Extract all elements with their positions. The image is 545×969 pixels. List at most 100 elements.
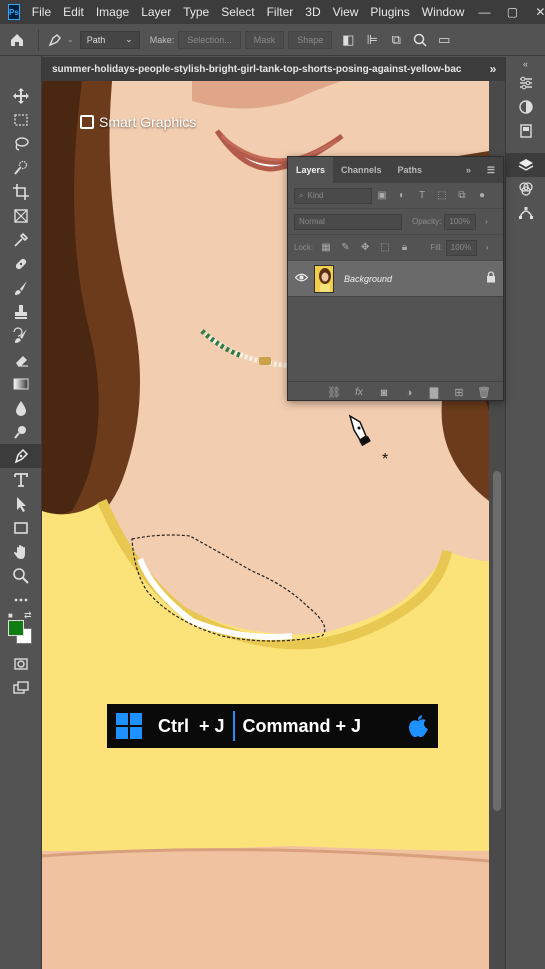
visibility-eye-icon[interactable] <box>288 273 314 285</box>
add-mask-icon[interactable]: ◙ <box>375 387 393 399</box>
scrollbar-thumb[interactable] <box>493 471 501 811</box>
panel-menu-icon[interactable]: ☰ <box>479 157 503 183</box>
new-group-icon[interactable]: ▇ <box>425 386 443 399</box>
make-selection-button[interactable]: Selection... <box>178 30 241 49</box>
link-layers-icon[interactable]: ⛓ <box>325 386 343 399</box>
brush-icon[interactable] <box>0 276 42 300</box>
lock-icon <box>479 271 503 286</box>
new-layer-icon[interactable]: ⊞ <box>450 386 468 399</box>
make-mask-button[interactable]: Mask <box>244 30 285 49</box>
tab-overflow-icon[interactable]: » <box>481 62 505 76</box>
gradient-icon[interactable] <box>0 372 42 396</box>
blur-icon[interactable] <box>0 396 42 420</box>
screen-mode-icon[interactable] <box>0 676 42 700</box>
search-icon[interactable] <box>408 28 432 52</box>
zoom-icon[interactable] <box>0 564 42 588</box>
lock-artboard-icon[interactable]: ⬚ <box>375 242 395 253</box>
menu-view[interactable]: View <box>327 5 365 19</box>
document-tab[interactable]: summer-holidays-people-stylish-bright-gi… <box>42 57 505 81</box>
menu-edit[interactable]: Edit <box>57 5 90 19</box>
menu-type[interactable]: Type <box>177 5 215 19</box>
properties-icon[interactable] <box>506 71 545 95</box>
menu-plugins[interactable]: Plugins <box>364 5 415 19</box>
tab-paths[interactable]: Paths <box>390 157 431 183</box>
type-icon[interactable] <box>0 468 42 492</box>
home-icon[interactable] <box>0 24 34 56</box>
opacity-input[interactable]: 100% <box>444 213 477 230</box>
filter-type-icon[interactable]: T <box>412 190 432 201</box>
lock-image-icon[interactable]: ✎ <box>336 242 356 253</box>
menu-image[interactable]: Image <box>90 5 135 19</box>
eraser-icon[interactable] <box>0 348 42 372</box>
chevron-down-icon[interactable]: › <box>477 243 497 252</box>
path-select-icon[interactable] <box>0 492 42 516</box>
channels-icon[interactable] <box>506 177 545 201</box>
crop-icon[interactable] <box>0 180 42 204</box>
menu-filter[interactable]: Filter <box>261 5 300 19</box>
rectangle-icon[interactable] <box>0 516 42 540</box>
minimize-icon[interactable]: — <box>470 5 498 19</box>
menu-window[interactable]: Window <box>416 5 471 19</box>
pen-icon[interactable] <box>0 444 42 468</box>
move-icon[interactable] <box>0 84 42 108</box>
fill-input[interactable]: 100% <box>445 239 478 256</box>
paths-icon[interactable] <box>506 201 545 225</box>
delete-layer-icon[interactable]: 🗑︎ <box>475 386 493 399</box>
frame-icon[interactable] <box>0 204 42 228</box>
panel-collapse-icon[interactable]: » <box>458 157 479 183</box>
hand-icon[interactable] <box>0 540 42 564</box>
filter-pixel-icon[interactable]: ▣ <box>372 190 392 201</box>
chevron-down-icon[interactable]: ⌄ <box>67 35 74 44</box>
menu-select[interactable]: Select <box>215 5 260 19</box>
restore-icon[interactable]: ▢ <box>498 5 526 19</box>
new-adjustment-layer-icon[interactable]: ◑ <box>400 387 418 399</box>
lock-transparent-icon[interactable]: ▦ <box>316 242 336 253</box>
close-icon[interactable]: ✕ <box>526 5 545 19</box>
layer-name[interactable]: Background <box>344 274 479 284</box>
menu-bar: Ps File Edit Image Layer Type Select Fil… <box>0 0 545 24</box>
menu-3d[interactable]: 3D <box>299 5 326 19</box>
more-tools-icon[interactable] <box>0 588 42 612</box>
brand-watermark: Smart Graphics <box>80 114 196 130</box>
default-colors-icon[interactable]: ■ <box>8 611 13 620</box>
layer-kind-filter[interactable]: ⌕ Kind <box>294 187 372 204</box>
path-alignment-icon[interactable]: ⊫ <box>360 28 384 52</box>
pen-tool-preset-icon[interactable] <box>43 28 67 52</box>
swap-colors-icon[interactable]: ⇄ <box>24 610 32 621</box>
layers-icon[interactable] <box>506 153 545 177</box>
menu-file[interactable]: File <box>26 5 57 19</box>
path-operations-icon[interactable]: ◧ <box>336 28 360 52</box>
chevron-down-icon[interactable]: › <box>476 217 496 226</box>
layer-style-icon[interactable]: fx <box>350 387 368 398</box>
lock-position-icon[interactable]: ✥ <box>355 242 375 253</box>
blend-mode-select[interactable]: Normal <box>294 213 402 230</box>
lock-all-icon[interactable]: 🔒︎ <box>395 242 415 253</box>
history-brush-icon[interactable] <box>0 324 42 348</box>
make-shape-button[interactable]: Shape <box>288 30 333 49</box>
filter-shape-icon[interactable]: ⬚ <box>432 190 452 201</box>
tab-layers[interactable]: Layers <box>288 157 334 183</box>
stamp-icon[interactable] <box>0 300 42 324</box>
marquee-icon[interactable] <box>0 108 42 132</box>
adjustments-icon[interactable] <box>506 95 545 119</box>
healing-icon[interactable] <box>0 252 42 276</box>
filter-toggle-icon[interactable]: ● <box>472 190 492 201</box>
lasso-icon[interactable] <box>0 132 42 156</box>
panel-collapse-icon[interactable]: « <box>506 57 545 71</box>
quick-mask-icon[interactable] <box>0 652 42 676</box>
filter-adjustment-icon[interactable]: ◐ <box>392 190 412 201</box>
foreground-color-swatch[interactable] <box>8 620 24 636</box>
layer-thumbnail <box>314 264 334 293</box>
tab-channels[interactable]: Channels <box>333 157 390 183</box>
quick-select-icon[interactable] <box>0 156 42 180</box>
layer-row[interactable]: Background <box>288 261 503 297</box>
tool-mode-select[interactable]: Path ⌄ <box>79 30 140 49</box>
dodge-icon[interactable] <box>0 420 42 444</box>
workspace-icon[interactable]: ▭ <box>432 28 456 52</box>
menu-layer[interactable]: Layer <box>135 5 177 19</box>
libraries-icon[interactable] <box>506 119 545 143</box>
eyedropper-icon[interactable] <box>0 228 42 252</box>
path-arrangement-icon[interactable]: ⧉ <box>384 28 408 52</box>
shortcut-mac: Command + J <box>242 715 362 736</box>
filter-smart-object-icon[interactable]: ⧉ <box>452 190 472 201</box>
